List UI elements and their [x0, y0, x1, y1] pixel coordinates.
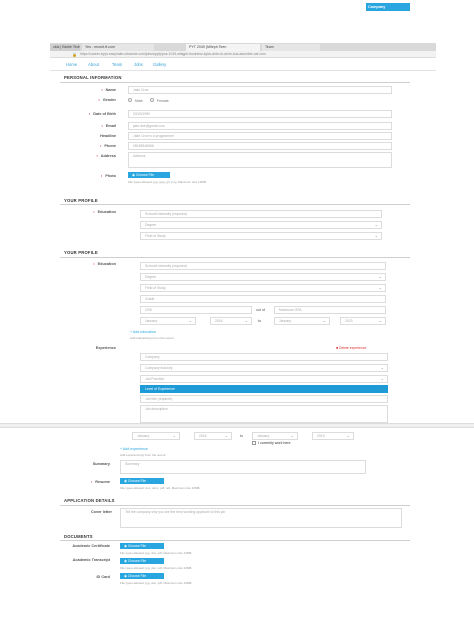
- profile-section-title: YOUR PROFILE: [64, 198, 98, 203]
- exp-from-year-select[interactable]: 2016: [194, 432, 232, 440]
- divider: [60, 257, 410, 258]
- address-textarea[interactable]: Address: [128, 152, 392, 168]
- headline-label: Headline: [100, 134, 116, 138]
- browser-tab[interactable]: ckla | Barrie Tech: [50, 44, 80, 51]
- to-text: to: [240, 434, 243, 438]
- documents-section-title: DOCUMENTS: [64, 534, 93, 539]
- url-text: https://career-byys.easyhalm.urbanine.co…: [80, 52, 266, 56]
- page-break-strip: [0, 423, 474, 428]
- add-experience-hint: Add experience(s) from the recent: [120, 453, 166, 457]
- browser-tab-active[interactable]: PYT 2049 (Mileph Teen: [186, 44, 260, 51]
- photo-choose-file-button[interactable]: ◉ Choose File: [128, 172, 170, 178]
- gender-label: • Gender: [98, 98, 116, 102]
- dob-label: • Date of Birth: [88, 112, 116, 116]
- dob-field[interactable]: 03/20/1990: [128, 110, 392, 118]
- headline-field[interactable]: Jake Croe is a programmer: [128, 132, 392, 140]
- out-of-text: out of: [256, 308, 265, 312]
- address-bar[interactable]: 🔒 https://career-byys.easyhalm.urbanine.…: [50, 51, 436, 58]
- profile-section-title: YOUR PROFILE: [64, 250, 98, 255]
- grade-field[interactable]: Grade: [140, 295, 386, 303]
- gender-radio-group: Male Female: [128, 98, 169, 103]
- edu-to-month-select[interactable]: January: [274, 317, 330, 325]
- email-label: • Email: [101, 124, 116, 128]
- academic-transcript-choose-file-button[interactable]: ◉ Choose File: [120, 558, 164, 564]
- nav-jobs[interactable]: Jobs: [134, 62, 143, 67]
- gender-female-radio[interactable]: [149, 98, 154, 102]
- max-gpa-field[interactable]: Maximum GPA: [274, 306, 386, 314]
- academic-certificate-choose-file-button[interactable]: ◉ Choose File: [120, 543, 164, 549]
- browser-tab-strip: ckla | Barrie Tech Yes - recruit.tf.com …: [50, 43, 436, 51]
- gender-female-label: Female: [156, 99, 169, 103]
- industry-select[interactable]: Company Industry: [140, 364, 388, 372]
- address-label: • Address: [96, 154, 116, 158]
- summary-textarea[interactable]: Summary: [120, 460, 366, 474]
- academic-certificate-hint: File types allowed: jpg, doc, pdf. Maxim…: [120, 551, 193, 555]
- to-text: to: [258, 319, 261, 323]
- divider: [60, 204, 410, 205]
- add-experience-link[interactable]: + Add experience: [120, 447, 148, 451]
- cover-letter-textarea[interactable]: Tell the company why you are the best wo…: [120, 508, 402, 528]
- school-field[interactable]: School/University (required): [140, 210, 382, 218]
- add-education-hint: Add education(s) from the recent: [130, 336, 174, 340]
- exp-to-year-select[interactable]: 2019: [312, 432, 354, 440]
- nav-team[interactable]: Team: [112, 62, 122, 67]
- school-field[interactable]: School/University (required): [140, 262, 386, 270]
- education-label: • Education: [93, 210, 116, 214]
- resume-hint: File types allowed: doc, docx, pdf, odt.…: [120, 486, 201, 490]
- education-label: • Education: [93, 262, 116, 266]
- delete-experience-link[interactable]: ■ Delete experience: [336, 346, 366, 350]
- company-button[interactable]: Company: [366, 3, 410, 11]
- level-of-experience-select[interactable]: Level of Experience: [140, 385, 388, 393]
- exp-from-month-select[interactable]: January: [132, 432, 180, 440]
- exp-to-month-select[interactable]: January: [252, 432, 298, 440]
- personal-section-title: PERSONAL INFORMATION: [64, 75, 122, 80]
- site-nav: Home About Team Jobs Gallery: [50, 59, 436, 71]
- id-card-choose-file-button[interactable]: ◉ Choose File: [120, 573, 164, 579]
- name-label: • Name: [101, 88, 116, 92]
- resume-choose-file-button[interactable]: ◉ Choose File: [120, 478, 164, 484]
- browser-tab[interactable]: Yes - recruit.tf.com: [82, 44, 154, 51]
- academic-transcript-label: Academic Transcript: [72, 558, 110, 562]
- phone-field[interactable]: 08155548686: [128, 142, 392, 150]
- edu-from-year-select[interactable]: 2016: [210, 317, 252, 325]
- field-of-study-select[interactable]: Field of Study: [140, 284, 386, 292]
- resume-label: • Resume: [90, 480, 110, 484]
- company-field[interactable]: Company: [140, 353, 388, 361]
- nav-gallery[interactable]: Gallery: [153, 62, 166, 67]
- add-education-link[interactable]: + Add education: [130, 330, 156, 334]
- gpa-field[interactable]: GPA: [140, 306, 252, 314]
- summary-label: Summary: [92, 462, 110, 466]
- name-field[interactable]: Jake Croe: [128, 86, 392, 94]
- job-description-textarea[interactable]: Job description: [140, 405, 388, 423]
- nav-home[interactable]: Home: [66, 62, 77, 67]
- divider: [60, 540, 410, 541]
- gender-male-radio[interactable]: [128, 98, 132, 102]
- degree-select[interactable]: Degree: [140, 273, 386, 281]
- gender-male-label: Male: [135, 99, 143, 103]
- browser-tab[interactable]: Team: [262, 44, 320, 51]
- nav-about[interactable]: About: [88, 62, 99, 67]
- currently-work-checkbox[interactable]: [252, 441, 256, 445]
- email-field[interactable]: jake.doe@gmail.com: [128, 122, 392, 130]
- edu-from-month-select[interactable]: January: [140, 317, 196, 325]
- academic-transcript-hint: File types allowed: jpg, doc, pdf. Maxim…: [120, 566, 193, 570]
- cover-letter-label: Cover letter: [90, 510, 112, 514]
- academic-certificate-label: Academic Certificate: [72, 544, 110, 548]
- divider: [60, 505, 410, 506]
- currently-work-label: I currently work here: [258, 441, 291, 445]
- job-function-select[interactable]: Job Function: [140, 375, 388, 383]
- photo-hint: File types allowed: jpg, jpeg, gif, png.…: [128, 180, 207, 184]
- field-of-study-select[interactable]: Field of Study: [140, 232, 382, 240]
- id-card-hint: File types allowed: jpg, doc, pdf. Maxim…: [120, 581, 193, 585]
- application-section-title: APPLICATION DETAILS: [64, 498, 115, 503]
- experience-label: Experience: [95, 346, 116, 350]
- divider: [60, 82, 410, 83]
- degree-select[interactable]: Degree: [140, 221, 382, 229]
- phone-label: • Phone: [100, 144, 116, 148]
- id-card-label: ID Card: [96, 575, 110, 579]
- photo-label: • Photo: [100, 174, 116, 178]
- job-title-field[interactable]: Job title (required): [140, 395, 388, 403]
- lock-icon: 🔒: [72, 52, 77, 57]
- edu-to-year-select[interactable]: 2023: [340, 317, 386, 325]
